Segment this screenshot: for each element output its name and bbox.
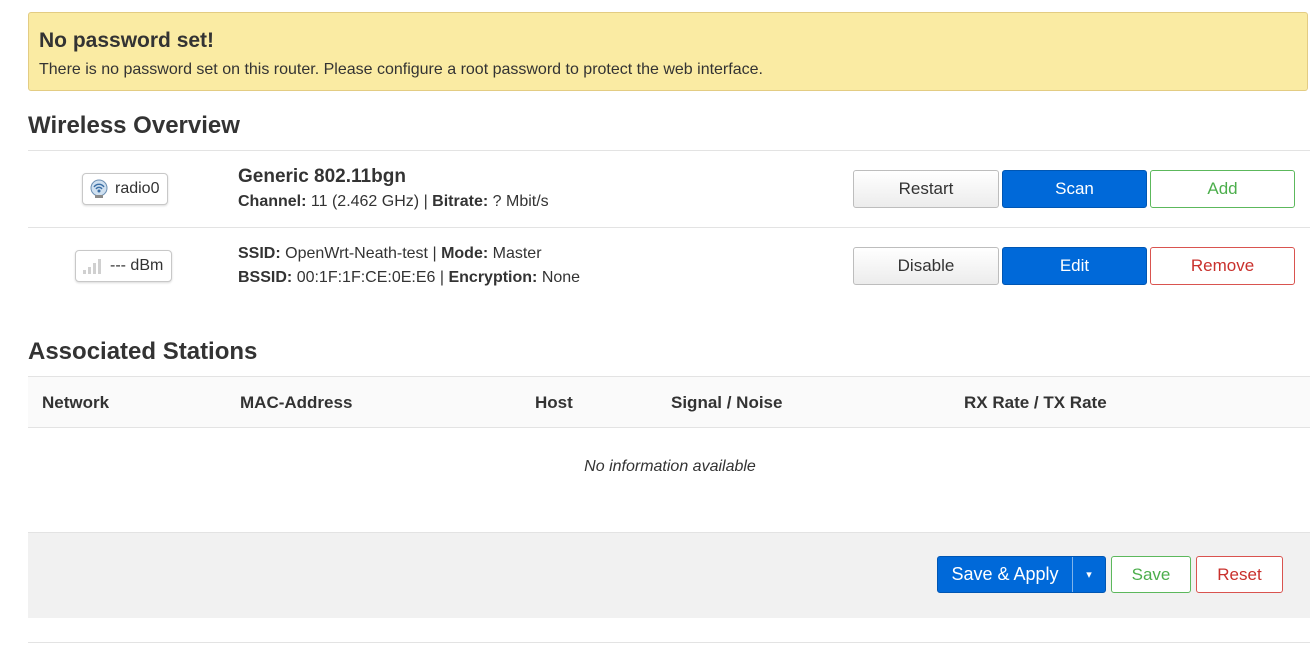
stations-table-header: Network MAC-Address Host Signal / Noise … [28, 376, 1310, 428]
separator: | [439, 269, 445, 286]
no-password-alert: No password set! There is no password se… [28, 12, 1308, 91]
wifi-radio-icon [89, 179, 109, 199]
divider [28, 227, 1310, 228]
column-header-mac-address: MAC-Address [240, 393, 353, 412]
chevron-down-icon[interactable]: ▾ [1072, 557, 1105, 592]
column-header-rx-tx-rate: RX Rate / TX Rate [964, 393, 1107, 412]
column-header-host: Host [535, 393, 573, 412]
no-stations-message: No information available [584, 458, 756, 475]
save-apply-split-button: Save & Apply ▾ [937, 556, 1106, 593]
reset-button[interactable]: Reset [1196, 556, 1283, 593]
disable-button[interactable]: Disable [853, 247, 999, 285]
alert-message: There is no password set on this router.… [39, 61, 763, 78]
encryption-value: None [541, 269, 581, 286]
mode-value: Master [492, 245, 542, 262]
restart-button[interactable]: Restart [853, 170, 999, 208]
mode-label: Mode: [441, 245, 489, 262]
ssid-label: SSID: [238, 245, 281, 262]
separator: | [423, 193, 428, 210]
radio-channel-bitrate: Channel: 11 (2.462 GHz) | Bitrate: ? Mbi… [238, 193, 549, 211]
network-bssid-encryption: BSSID: 00:1F:1F:CE:0E:E6 | Encryption: N… [238, 269, 580, 287]
network-ssid-mode: SSID: OpenWrt-Neath-test | Mode: Master [238, 245, 542, 263]
signal-bars-icon [82, 257, 104, 275]
bssid-value: 00:1F:1F:CE:0E:E6 [296, 269, 436, 286]
add-button[interactable]: Add [1150, 170, 1295, 208]
column-header-network: Network [42, 393, 110, 412]
bitrate-value: ? Mbit/s [492, 193, 549, 210]
encryption-label: Encryption: [448, 269, 538, 286]
ssid-value: OpenWrt-Neath-test [285, 245, 428, 262]
save-button[interactable]: Save [1111, 556, 1191, 593]
edit-button[interactable]: Edit [1002, 247, 1147, 285]
remove-button[interactable]: Remove [1150, 247, 1295, 285]
scan-button[interactable]: Scan [1002, 170, 1147, 208]
wireless-overview-heading: Wireless Overview [28, 112, 240, 139]
channel-label: Channel: [238, 193, 307, 210]
page: No password set! There is no password se… [0, 0, 1316, 648]
divider [28, 150, 1310, 151]
radio-badge-label: radio0 [115, 180, 160, 197]
bitrate-label: Bitrate: [432, 193, 489, 210]
radio-badge: radio0 [82, 173, 169, 205]
divider [28, 642, 1310, 643]
radio-device-name: Generic 802.11bgn [238, 166, 406, 187]
signal-badge: --- dBm [75, 250, 173, 282]
column-header-signal-noise: Signal / Noise [671, 393, 783, 412]
save-apply-button[interactable]: Save & Apply [938, 557, 1072, 592]
signal-badge-label: --- dBm [110, 257, 164, 274]
associated-stations-heading: Associated Stations [28, 338, 258, 365]
separator: | [432, 245, 437, 262]
bssid-label: BSSID: [238, 269, 293, 286]
alert-title: No password set! [39, 29, 215, 52]
channel-value: 11 (2.462 GHz) [310, 193, 420, 210]
